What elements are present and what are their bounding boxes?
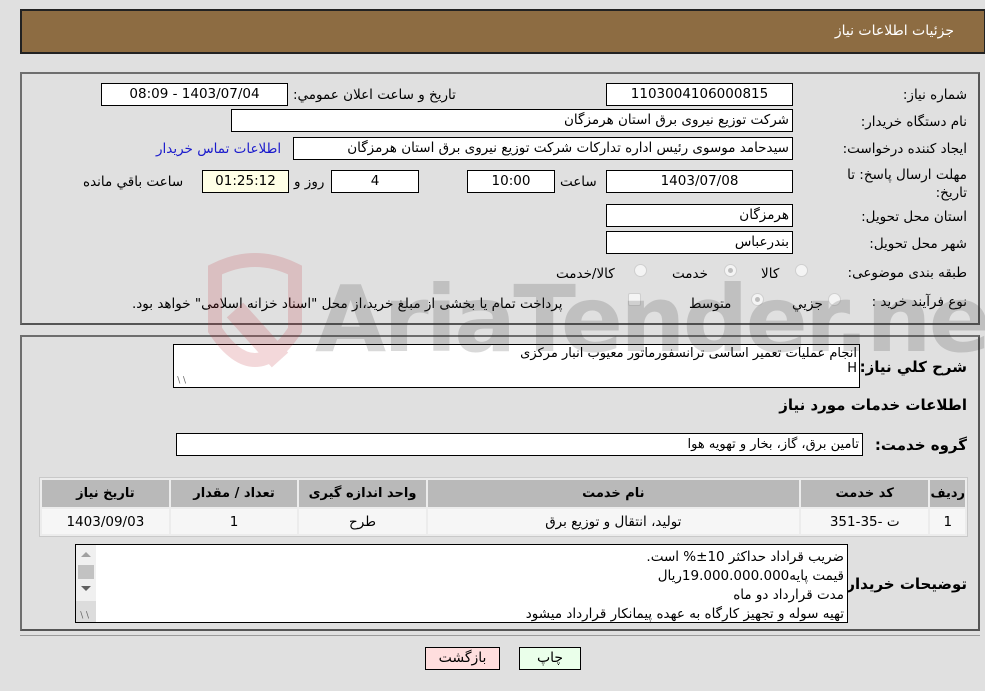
buyer-org-field: شرکت توزیع نیروی برق استان هرمزگان	[231, 109, 793, 132]
resize-grip-icon[interactable]: ∖∖	[79, 612, 90, 621]
buyer-notes-line-1: ضریب قراداد حداکثر 10±% است.	[646, 549, 844, 565]
days-label: روز و	[294, 174, 325, 190]
cell-row-number: 1	[930, 509, 965, 534]
print-button[interactable]: چاپ	[519, 647, 581, 670]
announce-datetime-field: 1403/07/04 - 08:09	[101, 83, 288, 106]
header-quantity: تعداد / مقدار	[170, 480, 298, 507]
services-table-wrapper: ردیف کد خدمت نام خدمت واحد اندازه گیری ت…	[39, 477, 968, 537]
back-button[interactable]: بازگشت	[425, 647, 500, 670]
treasury-note: پرداخت تمام یا بخشی از مبلغ خرید،از محل …	[132, 296, 563, 312]
remaining-time-field: 01:25:12	[202, 170, 289, 193]
buyer-org-label: نام دستگاه خریدار:	[860, 114, 967, 130]
services-table: ردیف کد خدمت نام خدمت واحد اندازه گیری ت…	[39, 477, 968, 537]
page-title: جزئیات اطلاعات نیاز	[834, 23, 954, 39]
header-row-number: ردیف	[930, 480, 965, 507]
services-section-title: اطلاعات خدمات مورد نیاز	[779, 396, 967, 414]
deadline-label: مهلت ارسال پاسخ: تا تاریخ:	[847, 167, 967, 201]
cell-service-name: تولید، انتقال و توزیع برق	[427, 509, 799, 534]
city-label: شهر محل تحویل:	[869, 236, 967, 252]
category-radio-service[interactable]	[724, 264, 737, 277]
buyer-notes-label: توضیحات خریدار:	[840, 575, 967, 593]
description-textarea[interactable]: انجام عملیات تعمیر اساسی ترانسفورماتور م…	[173, 344, 860, 388]
remaining-days-field: 4	[331, 170, 419, 193]
service-group-field: تامین برق، گاز، بخار و تهویه هوا	[176, 433, 863, 456]
cell-service-code: ت -35-351	[800, 509, 929, 534]
buyer-contact-link[interactable]: اطلاعات تماس خریدار	[156, 141, 281, 157]
description-line-1: انجام عملیات تعمیر اساسی ترانسفورماتور م…	[520, 346, 857, 361]
resize-grip-icon[interactable]: ∖∖	[176, 377, 187, 386]
announce-datetime-label: تاریخ و ساعت اعلان عمومي:	[293, 87, 456, 103]
category-option-goods: کالا	[761, 266, 780, 282]
treasury-checkbox[interactable]	[628, 293, 641, 306]
scrollbar-thumb[interactable]	[78, 565, 94, 579]
category-option-goods-service: کالا/خدمت	[556, 266, 615, 282]
category-radio-goods[interactable]	[795, 264, 808, 277]
need-number-field: 1103004106000815	[606, 83, 793, 106]
purchase-type-option-minor: جزيي	[792, 296, 823, 312]
description-label: شرح کلي نیاز:	[859, 358, 967, 376]
purchase-type-option-medium: متوسط	[689, 296, 732, 312]
header-unit: واحد اندازه گیری	[299, 480, 426, 507]
purchase-type-radio-minor[interactable]	[828, 293, 841, 306]
footer-divider	[20, 635, 980, 636]
header-service-code: کد خدمت	[800, 480, 929, 507]
requester-label: ایجاد کننده درخواست:	[842, 141, 967, 157]
deadline-time-field: 10:00	[467, 170, 555, 193]
province-label: استان محل تحویل:	[861, 209, 967, 225]
category-radio-goods-service[interactable]	[634, 264, 647, 277]
page-header: جزئیات اطلاعات نیاز	[20, 9, 985, 54]
cell-need-date: 1403/09/03	[42, 509, 169, 534]
table-row: 1 ت -35-351 تولید، انتقال و توزیع برق طر…	[42, 509, 965, 534]
deadline-time-label: ساعت	[560, 174, 597, 190]
header-need-date: تاریخ نیاز	[42, 480, 169, 507]
description-line-2: H	[847, 361, 857, 376]
purchase-type-radio-medium[interactable]	[751, 293, 764, 306]
scroll-down-arrow-icon[interactable]	[81, 586, 91, 591]
buyer-notes-line-4: تهیه سوله و تجهیز کارگاه به عهده پیمانکا…	[525, 606, 844, 622]
cell-quantity: 1	[170, 509, 298, 534]
buyer-notes-line-3: مدت قرارداد دو ماه	[733, 587, 844, 603]
category-option-service: خدمت	[672, 266, 708, 282]
remaining-label: ساعت باقي مانده	[83, 174, 184, 190]
need-number-label: شماره نیاز:	[902, 87, 967, 103]
buyer-notes-scrollbar[interactable]: ∖∖	[76, 545, 96, 622]
requester-field: سیدحامد موسوی رئیس اداره تدارکات شرکت تو…	[293, 137, 793, 160]
category-label: طبقه بندی موضوعی:	[847, 265, 967, 281]
purchase-type-label: نوع فرآیند خرید :	[871, 294, 967, 310]
cell-unit: طرح	[299, 509, 426, 534]
deadline-date-field: 1403/07/08	[606, 170, 793, 193]
buyer-notes-line-2: قیمت پایه19.000.000.000ریال	[657, 568, 844, 584]
province-field: هرمزگان	[606, 204, 793, 227]
city-field: بندرعباس	[606, 231, 793, 254]
service-group-label: گروه خدمت:	[874, 436, 967, 454]
services-table-header: ردیف کد خدمت نام خدمت واحد اندازه گیری ت…	[42, 480, 965, 507]
header-service-name: نام خدمت	[427, 480, 799, 507]
buyer-notes-textarea[interactable]: ضریب قراداد حداکثر 10±% است. قیمت پایه19…	[75, 544, 848, 623]
scroll-up-arrow-icon[interactable]	[81, 552, 91, 557]
